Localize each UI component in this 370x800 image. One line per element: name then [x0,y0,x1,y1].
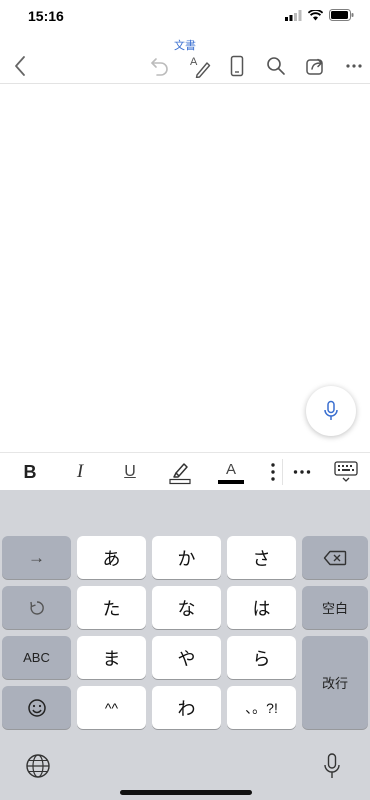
abc-key[interactable]: ABC [2,636,71,679]
search-icon [267,57,285,75]
svg-text:A: A [190,56,198,68]
format-toolbar: B I U A [0,452,370,491]
microphone-icon [324,400,338,420]
globe-icon [26,754,50,778]
bold-button[interactable]: B [18,453,42,491]
undo-icon [151,58,168,76]
highlighter-icon [169,463,191,485]
space-key[interactable]: 空白 [302,586,368,629]
signal-icon [285,9,302,21]
emoji-icon [27,698,46,717]
microphone-icon [324,753,340,778]
kana-key[interactable]: た [77,586,146,629]
font-color-swatch [218,479,244,484]
home-indicator [120,790,252,795]
kana-key[interactable]: さ [227,536,296,579]
more-icon [346,64,362,68]
punctuation-key[interactable]: 、。?! [227,686,296,729]
battery-icon [329,9,354,21]
kana-key[interactable]: は [227,586,296,629]
vertical-more-button[interactable] [266,453,280,491]
more-formatting-button[interactable] [290,453,314,491]
modifier-key[interactable]: ^^ [77,686,146,729]
status-time: 15:16 [28,8,64,24]
keyboard-dictation-button[interactable] [320,751,344,781]
undo-button[interactable] [146,54,174,78]
arrow-key[interactable]: → [2,536,71,579]
share-button[interactable] [301,54,329,78]
emoji-key[interactable] [2,686,71,729]
text-edit-button[interactable]: A [186,54,214,78]
search-button[interactable] [262,54,290,78]
kana-key[interactable]: な [152,586,221,629]
more-options-button[interactable] [340,54,368,78]
back-button[interactable] [6,54,34,78]
kana-key[interactable]: わ [152,686,221,729]
highlight-button[interactable] [166,453,194,491]
format-divider [282,459,283,485]
kana-key[interactable]: ま [77,636,146,679]
kana-key[interactable]: か [152,536,221,579]
delete-key[interactable] [302,536,368,579]
vertical-dots-icon [271,463,275,481]
mobile-view-icon [230,55,244,77]
backspace-icon [323,550,347,565]
undo-icon [29,600,44,615]
keyboard-dismiss-icon [334,461,358,482]
mobile-view-button[interactable] [223,54,251,78]
document-title[interactable]: 文書 [0,37,370,53]
status-icons [285,9,354,21]
hide-keyboard-button[interactable] [332,453,360,491]
kana-key[interactable]: あ [77,536,146,579]
kana-key[interactable]: ら [227,636,296,679]
font-color-letter: A [225,460,236,478]
back-icon [15,56,25,76]
globe-button[interactable] [24,752,52,780]
share-icon [306,58,323,75]
text-edit-icon: A [190,56,211,78]
enter-key[interactable]: 改行 [302,636,368,729]
underline-button[interactable]: U [120,453,140,491]
italic-button[interactable]: I [70,453,90,491]
dictation-button[interactable] [306,386,356,436]
undo-key[interactable] [2,586,71,629]
font-color-button[interactable]: A [217,453,245,491]
wifi-icon [308,9,323,20]
more-icon [293,470,311,474]
kana-key[interactable]: や [152,636,221,679]
